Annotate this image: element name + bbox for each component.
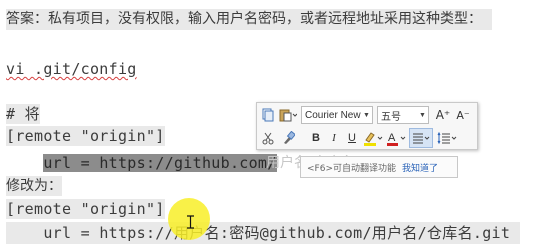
selected-text[interactable]: url = https://github.com/ <box>43 154 277 172</box>
command-text-content: vi .git/config <box>6 60 137 78</box>
font-color-button[interactable]: A <box>385 128 407 148</box>
shrink-font-button[interactable]: A⁻ <box>453 105 473 125</box>
url-line-selected: url = https://github.com/ <box>6 152 277 174</box>
toolbar-row-2: B I U A <box>259 127 459 149</box>
font-name-select[interactable]: Courier New ▼ <box>301 106 373 124</box>
font-name-value: Courier New <box>305 109 361 121</box>
feature-tooltip: <F6>可自动翻译功能 我知道了 <box>300 156 458 178</box>
highlight-icon[interactable] <box>361 128 385 148</box>
underline-button[interactable]: U <box>343 128 361 148</box>
font-size-value: 五号 <box>381 111 401 123</box>
tooltip-text: <F6>可自动翻译功能 <box>307 163 396 174</box>
url-line-new-rest: 用户名:密码@github.com/用户名/仓库名.git <box>173 224 511 242</box>
url-line-new-prefix: url = https:// <box>43 224 174 242</box>
toolbar-row-1: Courier New ▼ 五号 ▼ A⁺ A⁻ <box>259 104 473 126</box>
paste-icon[interactable] <box>277 105 299 125</box>
bold-button[interactable]: B <box>307 128 325 148</box>
copy-format-icon[interactable] <box>259 105 277 125</box>
format-painter-icon[interactable] <box>277 128 299 148</box>
svg-text:A: A <box>388 132 396 144</box>
mini-format-toolbar: Courier New ▼ 五号 ▼ A⁺ A⁻ B I U A <box>256 102 478 150</box>
tooltip-dismiss-link[interactable]: 我知道了 <box>402 161 438 174</box>
command-text: vi .git/config <box>6 59 137 79</box>
remote-origin-line-1: [remote "origin"] <box>6 126 165 146</box>
remote-origin-line-2: [remote "origin"] <box>6 199 165 219</box>
line-spacing-icon[interactable] <box>435 128 459 148</box>
url-line-new: url = https://用户名:密码@github.com/用户名/仓库名.… <box>6 222 520 244</box>
chevron-down-icon: ▼ <box>419 111 426 119</box>
italic-button[interactable]: I <box>325 128 343 148</box>
comment-text: # 将 <box>6 104 40 124</box>
change-to-text: 修改为： <box>6 176 62 196</box>
grow-font-button[interactable]: A⁺ <box>433 105 453 125</box>
answer-text: 答案：私有项目，没有权限，输入用户名密码，或者远程地址采用这种类型： <box>6 9 492 30</box>
font-size-select[interactable]: 五号 ▼ <box>377 106 429 124</box>
scissors-icon[interactable] <box>259 128 277 148</box>
chevron-down-icon: ▼ <box>363 111 370 119</box>
text-cursor-icon <box>187 215 194 229</box>
align-justify-icon[interactable] <box>409 128 433 148</box>
